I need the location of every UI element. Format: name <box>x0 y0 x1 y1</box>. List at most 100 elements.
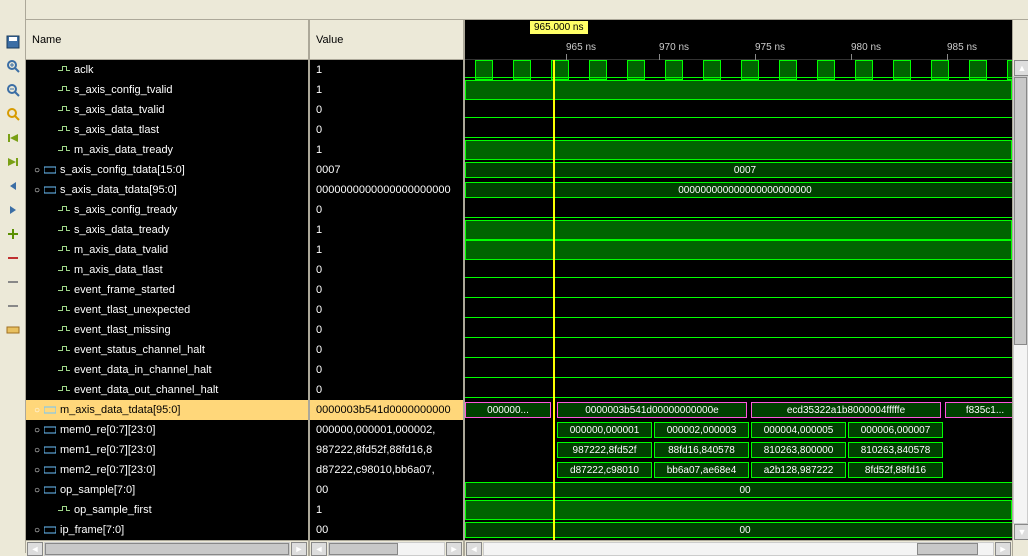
signal-name-row[interactable]: m_axis_data_tready <box>26 140 308 160</box>
signal-name-row[interactable]: event_data_in_channel_halt <box>26 360 308 380</box>
signal-name: s_axis_config_tdata[15:0] <box>60 164 185 176</box>
wave-row[interactable]: 000000,000001000002,000003000004,0000050… <box>465 420 1012 440</box>
name-header[interactable]: Name <box>26 20 308 60</box>
signal-name-row[interactable]: event_status_channel_halt <box>26 340 308 360</box>
add-marker-icon[interactable] <box>2 223 24 245</box>
wave-row[interactable] <box>465 220 1012 240</box>
signal-name-row[interactable]: event_frame_started <box>26 280 308 300</box>
signal-name-row[interactable]: ○ s_axis_config_tdata[15:0] <box>26 160 308 180</box>
signal-name-row[interactable]: s_axis_data_tvalid <box>26 100 308 120</box>
signal-icon <box>58 205 70 215</box>
signal-name-row[interactable]: ○ s_axis_data_tdata[95:0] <box>26 180 308 200</box>
wave-row[interactable] <box>465 320 1012 340</box>
expand-toggle[interactable]: ○ <box>30 405 44 416</box>
signal-name-row[interactable]: s_axis_config_tvalid <box>26 80 308 100</box>
zoom-out-icon[interactable] <box>2 79 24 101</box>
wave-row[interactable]: 00 <box>465 480 1012 500</box>
wave-row[interactable] <box>465 60 1012 80</box>
signal-name-row[interactable]: s_axis_data_tlast <box>26 120 308 140</box>
signal-name-row[interactable]: ○mem0_re[0:7][23:0] <box>26 420 308 440</box>
wave-row[interactable] <box>465 200 1012 220</box>
wave-row[interactable] <box>465 380 1012 400</box>
signal-name-row[interactable]: s_axis_data_tready <box>26 220 308 240</box>
step-back-icon[interactable] <box>2 175 24 197</box>
goto-start-icon[interactable] <box>2 271 24 293</box>
prev-edge-icon[interactable] <box>2 127 24 149</box>
signal-name: aclk <box>74 64 94 76</box>
signal-icon <box>58 245 70 255</box>
expand-toggle[interactable]: ○ <box>30 425 44 436</box>
wave-row[interactable] <box>465 300 1012 320</box>
wave-row[interactable]: 0007 <box>465 160 1012 180</box>
expand-toggle[interactable]: ○ <box>30 525 44 536</box>
signal-icon <box>58 365 70 375</box>
signal-name-row[interactable]: event_tlast_unexpected <box>26 300 308 320</box>
signal-name-row[interactable]: event_tlast_missing <box>26 320 308 340</box>
bus-icon <box>44 445 56 455</box>
waveform-canvas[interactable]: 0007000000000000000000000000 000000...000… <box>465 60 1012 540</box>
signal-icon <box>58 125 70 135</box>
wave-row[interactable] <box>465 360 1012 380</box>
signal-name-row[interactable]: m_axis_data_tlast <box>26 260 308 280</box>
signal-icon <box>58 325 70 335</box>
value-hscroll[interactable]: ◄► <box>310 540 463 556</box>
signal-name-row[interactable]: aclk <box>26 60 308 80</box>
wave-row[interactable] <box>465 260 1012 280</box>
cursor-line[interactable] <box>553 60 555 540</box>
wave-row[interactable]: d87222,c98010bb6a07,ae68e4a2b128,9872228… <box>465 460 1012 480</box>
signal-name: s_axis_data_tdata[95:0] <box>60 184 177 196</box>
wave-row[interactable]: 000000000000000000000000 <box>465 180 1012 200</box>
next-edge-icon[interactable] <box>2 151 24 173</box>
wave-row[interactable] <box>465 100 1012 120</box>
zoom-in-icon[interactable] <box>2 55 24 77</box>
wave-row[interactable] <box>465 120 1012 140</box>
time-ruler[interactable]: 965.000 ns 965 ns970 ns975 ns980 ns985 n… <box>465 20 1012 60</box>
signal-name-row[interactable]: m_axis_data_tvalid <box>26 240 308 260</box>
wave-row[interactable] <box>465 500 1012 520</box>
signal-name-row[interactable]: event_data_out_channel_halt <box>26 380 308 400</box>
remove-marker-icon[interactable] <box>2 247 24 269</box>
signal-name-row[interactable]: ○m_axis_data_tdata[95:0] <box>26 400 308 420</box>
signal-icon <box>58 305 70 315</box>
value-header[interactable]: Value <box>310 20 463 60</box>
vertical-scrollbar[interactable]: ▲ ▼ <box>1012 20 1028 556</box>
expand-toggle[interactable]: ○ <box>30 445 44 456</box>
bus-icon <box>44 425 56 435</box>
signal-name: m_axis_data_tlast <box>74 264 163 276</box>
expand-toggle[interactable]: ○ <box>30 465 44 476</box>
wave-row[interactable]: 00 <box>465 520 1012 540</box>
signal-icon <box>58 85 70 95</box>
expand-toggle[interactable]: ○ <box>30 485 44 496</box>
wave-row[interactable] <box>465 240 1012 260</box>
save-icon[interactable] <box>2 31 24 53</box>
signal-icon <box>58 265 70 275</box>
zoom-fit-icon[interactable] <box>2 103 24 125</box>
signal-icon <box>58 505 70 515</box>
wave-row[interactable]: 000000...0000003b541d00000000000eecd3532… <box>465 400 1012 420</box>
expand-toggle[interactable]: ○ <box>30 165 44 176</box>
signal-name-row[interactable]: ○ip_frame[7:0] <box>26 520 308 540</box>
bus-segment: 810263,840578 <box>848 442 943 458</box>
signal-name: event_data_out_channel_halt <box>74 384 218 396</box>
goto-end-icon[interactable] <box>2 295 24 317</box>
signal-name-row[interactable]: ○mem2_re[0:7][23:0] <box>26 460 308 480</box>
signal-name-row[interactable]: ○op_sample[7:0] <box>26 480 308 500</box>
wave-hscroll[interactable]: ◄► <box>465 540 1012 556</box>
step-fwd-icon[interactable] <box>2 199 24 221</box>
signal-name-row[interactable]: ○mem1_re[0:7][23:0] <box>26 440 308 460</box>
signal-value: 1 <box>310 80 463 100</box>
signal-name-row[interactable]: op_sample_first <box>26 500 308 520</box>
signal-value: 0 <box>310 380 463 400</box>
signal-name-row[interactable]: s_axis_config_tready <box>26 200 308 220</box>
ruler-icon[interactable] <box>2 319 24 341</box>
wave-row[interactable] <box>465 280 1012 300</box>
wave-row[interactable] <box>465 140 1012 160</box>
signal-value: 0 <box>310 200 463 220</box>
wave-row[interactable]: 987222,8fd52f88fd16,840578810263,8000008… <box>465 440 1012 460</box>
expand-toggle[interactable]: ○ <box>30 185 44 196</box>
wave-row[interactable] <box>465 80 1012 100</box>
signal-icon <box>58 345 70 355</box>
signal-name: s_axis_config_tvalid <box>74 84 172 96</box>
name-hscroll[interactable]: ◄► <box>26 540 308 556</box>
wave-row[interactable] <box>465 340 1012 360</box>
